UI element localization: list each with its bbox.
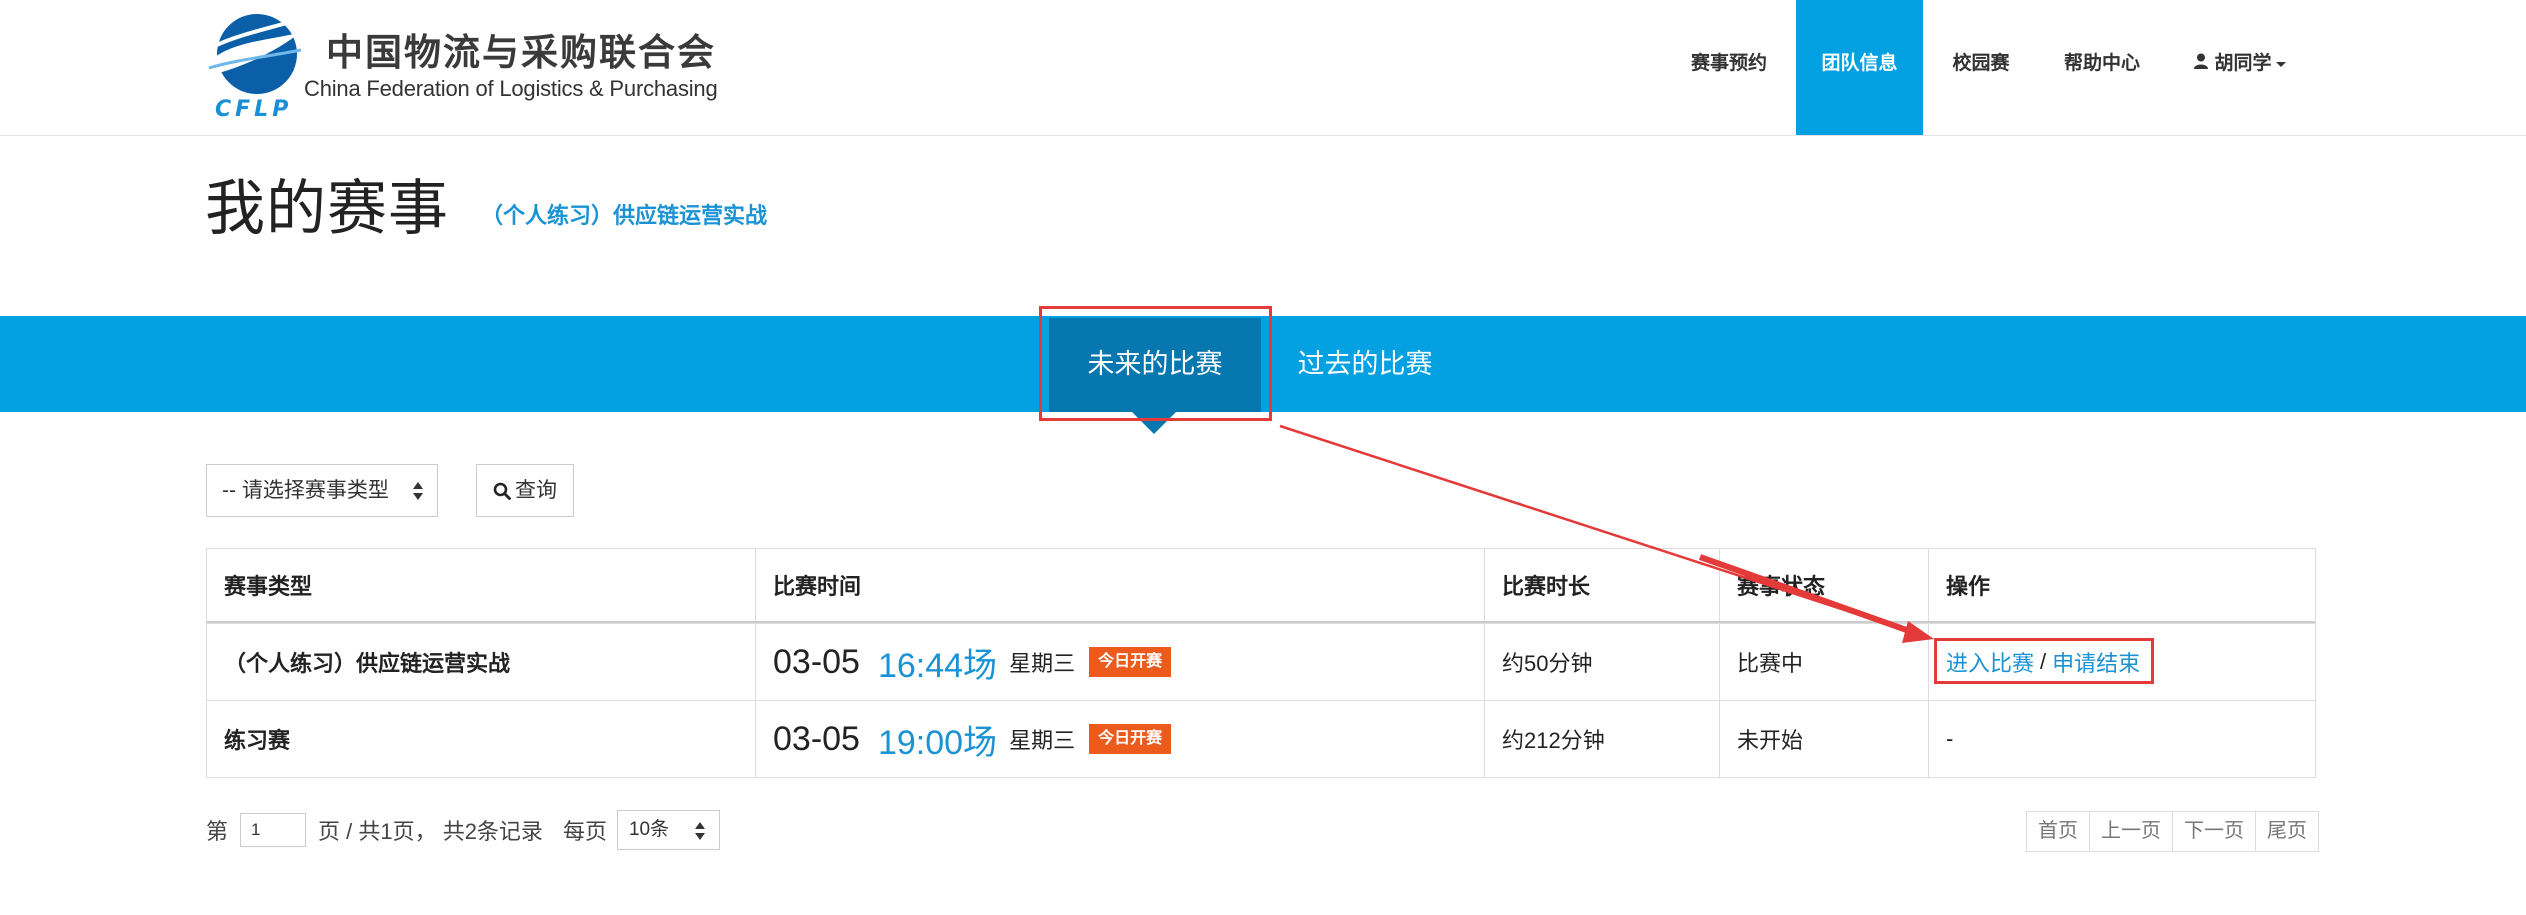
- select-arrows-icon: [694, 822, 705, 840]
- logo-english-name: China Federation of Logistics & Purchasi…: [304, 76, 718, 101]
- cflp-logo[interactable]: CFLP: [205, 10, 305, 122]
- pagination-controls: 首页 上一页 下一页 尾页: [2026, 811, 2319, 852]
- match-time-cell: 03-05 19:00场 星期三 今日开赛: [755, 701, 1484, 777]
- today-badge: 今日开赛: [1089, 724, 1172, 754]
- match-tabs-bar: 未来的比赛 过去的比赛: [0, 316, 2526, 412]
- matches-table: 赛事类型 比赛时间 比赛时长 赛事状态 操作 （个人练习）供应链运营实战 03-…: [206, 548, 2316, 778]
- top-header: CFLP 中国物流与采购联合会 China Federation of Logi…: [0, 0, 2526, 136]
- user-menu[interactable]: 胡同学: [2180, 0, 2300, 135]
- nav-item-event-booking[interactable]: 赛事预约: [1664, 0, 1794, 135]
- table-row: 练习赛 03-05 19:00场 星期三 今日开赛 约212分钟 未开始 -: [207, 700, 2315, 777]
- match-date: 03-05: [773, 642, 860, 681]
- match-date: 03-05: [773, 719, 860, 758]
- match-actions: 进入比赛 / 申请结束: [1928, 624, 2317, 700]
- nav-item-help-center[interactable]: 帮助中心: [2046, 0, 2158, 135]
- match-time-cell: 03-05 16:44场 星期三 今日开赛: [755, 624, 1484, 700]
- column-header-actions: 操作: [1928, 549, 2317, 621]
- request-end-link[interactable]: 申请结束: [2052, 646, 2140, 678]
- match-actions: -: [1928, 701, 2317, 777]
- match-session-time: 16:44场: [877, 646, 998, 685]
- match-type: （个人练习）供应链运营实战: [224, 651, 511, 676]
- page-subtitle: （个人练习）供应链运营实战: [481, 203, 768, 228]
- user-name: 胡同学: [2214, 53, 2272, 75]
- logo-abbr: CFLP: [215, 97, 292, 122]
- select-arrows-icon: [413, 482, 423, 500]
- active-tab-pointer: [1132, 412, 1176, 434]
- match-type: 练习赛: [224, 728, 291, 753]
- user-icon: [2194, 0, 2209, 128]
- table-header-row: 赛事类型 比赛时间 比赛时长 赛事状态 操作: [207, 549, 2315, 623]
- pagination-info: 第 1 页 / 共1页， 共2条记录 每页 10条: [206, 810, 720, 850]
- nav-item-team-info[interactable]: 团队信息: [1796, 0, 1923, 135]
- action-separator: /: [2040, 649, 2047, 674]
- column-header-duration: 比赛时长: [1484, 549, 1719, 621]
- per-page-label: 每页: [562, 819, 607, 844]
- query-button[interactable]: 查询: [476, 464, 574, 517]
- page-number-input[interactable]: 1: [240, 813, 307, 847]
- page-summary: 页 / 共1页， 共2条记录: [318, 819, 543, 844]
- last-page-button[interactable]: 尾页: [2255, 811, 2319, 852]
- column-header-time: 比赛时间: [755, 549, 1484, 621]
- per-page-value: 10条: [628, 819, 670, 840]
- match-weekday: 星期三: [1009, 651, 1076, 676]
- event-type-select[interactable]: -- 请选择赛事类型: [206, 464, 438, 517]
- first-page-button[interactable]: 首页: [2026, 811, 2090, 852]
- match-status: 未开始: [1719, 701, 1928, 777]
- page-prefix: 第: [206, 819, 229, 844]
- match-status: 比赛中: [1719, 624, 1928, 700]
- tab-future-matches[interactable]: 未来的比赛: [1049, 318, 1261, 412]
- today-badge: 今日开赛: [1089, 647, 1172, 677]
- nav-item-campus[interactable]: 校园赛: [1934, 0, 2028, 135]
- chevron-down-icon: [2275, 61, 2286, 67]
- event-type-select-value: -- 请选择赛事类型: [222, 479, 389, 502]
- match-weekday: 星期三: [1009, 728, 1076, 753]
- match-session-time: 19:00场: [877, 723, 998, 762]
- enter-match-link[interactable]: 进入比赛: [1946, 646, 2034, 678]
- logo-chinese-name: 中国物流与采购联合会: [326, 32, 716, 73]
- search-icon: [493, 483, 511, 501]
- match-duration: 约50分钟: [1484, 624, 1719, 700]
- table-row: （个人练习）供应链运营实战 03-05 16:44场 星期三 今日开赛 约50分…: [207, 623, 2315, 700]
- next-page-button[interactable]: 下一页: [2172, 811, 2256, 852]
- column-header-type: 赛事类型: [224, 574, 313, 599]
- per-page-select[interactable]: 10条: [616, 810, 720, 850]
- column-header-status: 赛事状态: [1719, 549, 1928, 621]
- page-title: 我的赛事: [205, 174, 449, 244]
- tab-past-matches[interactable]: 过去的比赛: [1290, 316, 1440, 412]
- prev-page-button[interactable]: 上一页: [2089, 811, 2173, 852]
- match-duration: 约212分钟: [1484, 701, 1719, 777]
- query-button-label: 查询: [515, 479, 557, 502]
